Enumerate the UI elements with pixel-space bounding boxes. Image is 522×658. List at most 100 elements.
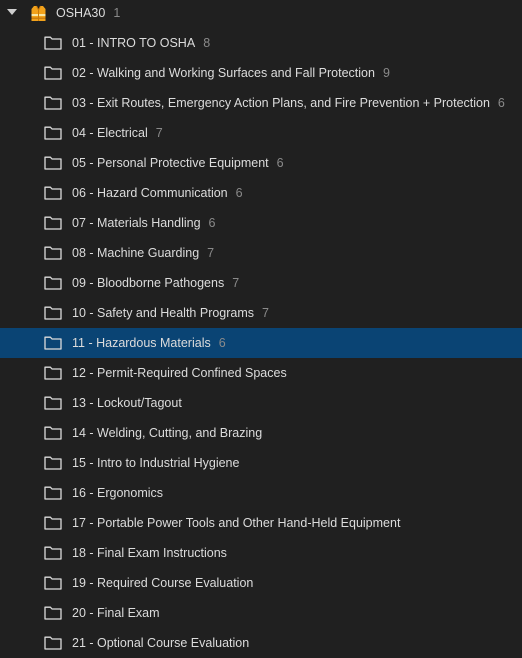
folder-row[interactable]: 12 - Permit-Required Confined Spaces [0, 358, 522, 388]
folder-label: 07 - Materials Handling [72, 216, 201, 230]
folder-title: 15 - Intro to Industrial Hygiene [72, 456, 247, 470]
folder-icon [44, 66, 62, 80]
folder-title: 21 - Optional Course Evaluation [72, 636, 257, 650]
folder-label: 20 - Final Exam [72, 606, 160, 620]
folder-icon [44, 246, 62, 260]
folder-item-count: 7 [232, 276, 240, 290]
folder-label: 02 - Walking and Working Surfaces and Fa… [72, 66, 375, 80]
folder-title: 13 - Lockout/Tagout [72, 396, 190, 410]
folder-title: 04 - Electrical 7 [72, 126, 163, 140]
tree-root-title: OSHA30 1 [56, 6, 120, 20]
folder-row[interactable]: 02 - Walking and Working Surfaces and Fa… [0, 58, 522, 88]
folder-row-selected[interactable]: 11 - Hazardous Materials 6 [0, 328, 522, 358]
folder-icon [44, 396, 62, 410]
folder-row[interactable]: 20 - Final Exam [0, 598, 522, 628]
folder-row[interactable]: 08 - Machine Guarding 7 [0, 238, 522, 268]
folder-row[interactable]: 16 - Ergonomics [0, 478, 522, 508]
folder-title: 17 - Portable Power Tools and Other Hand… [72, 516, 408, 530]
folder-icon [44, 306, 62, 320]
folder-row[interactable]: 03 - Exit Routes, Emergency Action Plans… [0, 88, 522, 118]
folder-item-count: 6 [208, 216, 216, 230]
folder-icon [44, 276, 62, 290]
folder-icon [44, 216, 62, 230]
folder-item-count: 9 [382, 66, 390, 80]
folder-icon [44, 186, 62, 200]
folder-row[interactable]: 17 - Portable Power Tools and Other Hand… [0, 508, 522, 538]
folder-label: 11 - Hazardous Materials [72, 336, 211, 350]
folder-title: 14 - Welding, Cutting, and Brazing [72, 426, 270, 440]
folder-row[interactable]: 10 - Safety and Health Programs 7 [0, 298, 522, 328]
folder-label: 16 - Ergonomics [72, 486, 164, 500]
safety-vest-icon [31, 5, 46, 21]
folder-title: 18 - Final Exam Instructions [72, 546, 235, 560]
folder-label: 04 - Electrical [72, 126, 148, 140]
folder-item-count: 7 [262, 306, 269, 320]
folder-row[interactable]: 14 - Welding, Cutting, and Brazing [0, 418, 522, 448]
folder-item-count: 7 [155, 126, 163, 140]
folder-title: 11 - Hazardous Materials 6 [72, 336, 226, 350]
folder-label: 08 - Machine Guarding [72, 246, 200, 260]
folder-title: 06 - Hazard Communication 6 [72, 186, 243, 200]
folder-icon [44, 576, 62, 590]
tree-root-count: 1 [113, 6, 121, 20]
folder-row[interactable]: 04 - Electrical 7 [0, 118, 522, 148]
folder-title: 09 - Bloodborne Pathogens 7 [72, 276, 239, 290]
folder-label: 09 - Bloodborne Pathogens [72, 276, 225, 290]
folder-title: 10 - Safety and Health Programs 7 [72, 306, 269, 320]
folder-row[interactable]: 21 - Optional Course Evaluation [0, 628, 522, 658]
folder-row[interactable]: 09 - Bloodborne Pathogens 7 [0, 268, 522, 298]
folder-icon [44, 606, 62, 620]
folder-icon [44, 336, 62, 350]
folder-tree: OSHA30 1 01 - INTRO TO OSHA 8 02 - Walking … [0, 0, 522, 657]
folder-icon [44, 486, 62, 500]
folder-label: 13 - Lockout/Tagout [72, 396, 182, 410]
folder-label: 12 - Permit-Required Confined Spaces [72, 366, 287, 380]
folder-icon [44, 126, 62, 140]
folder-label: 15 - Intro to Industrial Hygiene [72, 456, 240, 470]
folder-row[interactable]: 05 - Personal Protective Equipment 6 [0, 148, 522, 178]
folder-icon [44, 96, 62, 110]
tree-root-row[interactable]: OSHA30 1 [0, 0, 522, 28]
folder-title: 19 - Required Course Evaluation [72, 576, 261, 590]
folder-title: 03 - Exit Routes, Emergency Action Plans… [72, 96, 505, 110]
folder-label: 14 - Welding, Cutting, and Brazing [72, 426, 263, 440]
folder-item-count: 7 [207, 246, 215, 260]
folder-label: 06 - Hazard Communication [72, 186, 228, 200]
folder-title: 07 - Materials Handling 6 [72, 216, 216, 230]
folder-title: 12 - Permit-Required Confined Spaces [72, 366, 295, 380]
folder-item-count: 6 [235, 186, 243, 200]
folder-icon [44, 516, 62, 530]
folder-label: 19 - Required Course Evaluation [72, 576, 254, 590]
folder-icon [44, 366, 62, 380]
folder-icon [44, 156, 62, 170]
folder-icon [44, 636, 62, 650]
folder-row[interactable]: 07 - Materials Handling 6 [0, 208, 522, 238]
folder-title: 05 - Personal Protective Equipment 6 [72, 156, 284, 170]
folder-item-count: 8 [203, 36, 211, 50]
folder-item-count: 6 [218, 336, 226, 350]
folder-title: 08 - Machine Guarding 7 [72, 246, 214, 260]
folder-row[interactable]: 06 - Hazard Communication 6 [0, 178, 522, 208]
folder-item-count: 6 [276, 156, 284, 170]
folder-label: 18 - Final Exam Instructions [72, 546, 227, 560]
tree-root-label: OSHA30 [56, 6, 106, 20]
folder-row[interactable]: 01 - INTRO TO OSHA 8 [0, 28, 522, 58]
folder-row[interactable]: 18 - Final Exam Instructions [0, 538, 522, 568]
chevron-down-icon[interactable] [7, 9, 17, 15]
folder-label: 21 - Optional Course Evaluation [72, 636, 250, 650]
folder-label: 03 - Exit Routes, Emergency Action Plans… [72, 96, 490, 110]
folder-title: 16 - Ergonomics [72, 486, 171, 500]
folder-title: 02 - Walking and Working Surfaces and Fa… [72, 66, 390, 80]
folder-item-count: 6 [497, 96, 505, 110]
folder-title: 20 - Final Exam [72, 606, 168, 620]
folder-row[interactable]: 13 - Lockout/Tagout [0, 388, 522, 418]
folder-label: 05 - Personal Protective Equipment [72, 156, 269, 170]
folder-title: 01 - INTRO TO OSHA 8 [72, 36, 210, 50]
folder-icon [44, 426, 62, 440]
folder-row[interactable]: 19 - Required Course Evaluation [0, 568, 522, 598]
folder-icon [44, 456, 62, 470]
folder-icon [44, 36, 62, 50]
folder-row[interactable]: 15 - Intro to Industrial Hygiene [0, 448, 522, 478]
folder-label: 10 - Safety and Health Programs [72, 306, 255, 320]
folder-label: 17 - Portable Power Tools and Other Hand… [72, 516, 401, 530]
